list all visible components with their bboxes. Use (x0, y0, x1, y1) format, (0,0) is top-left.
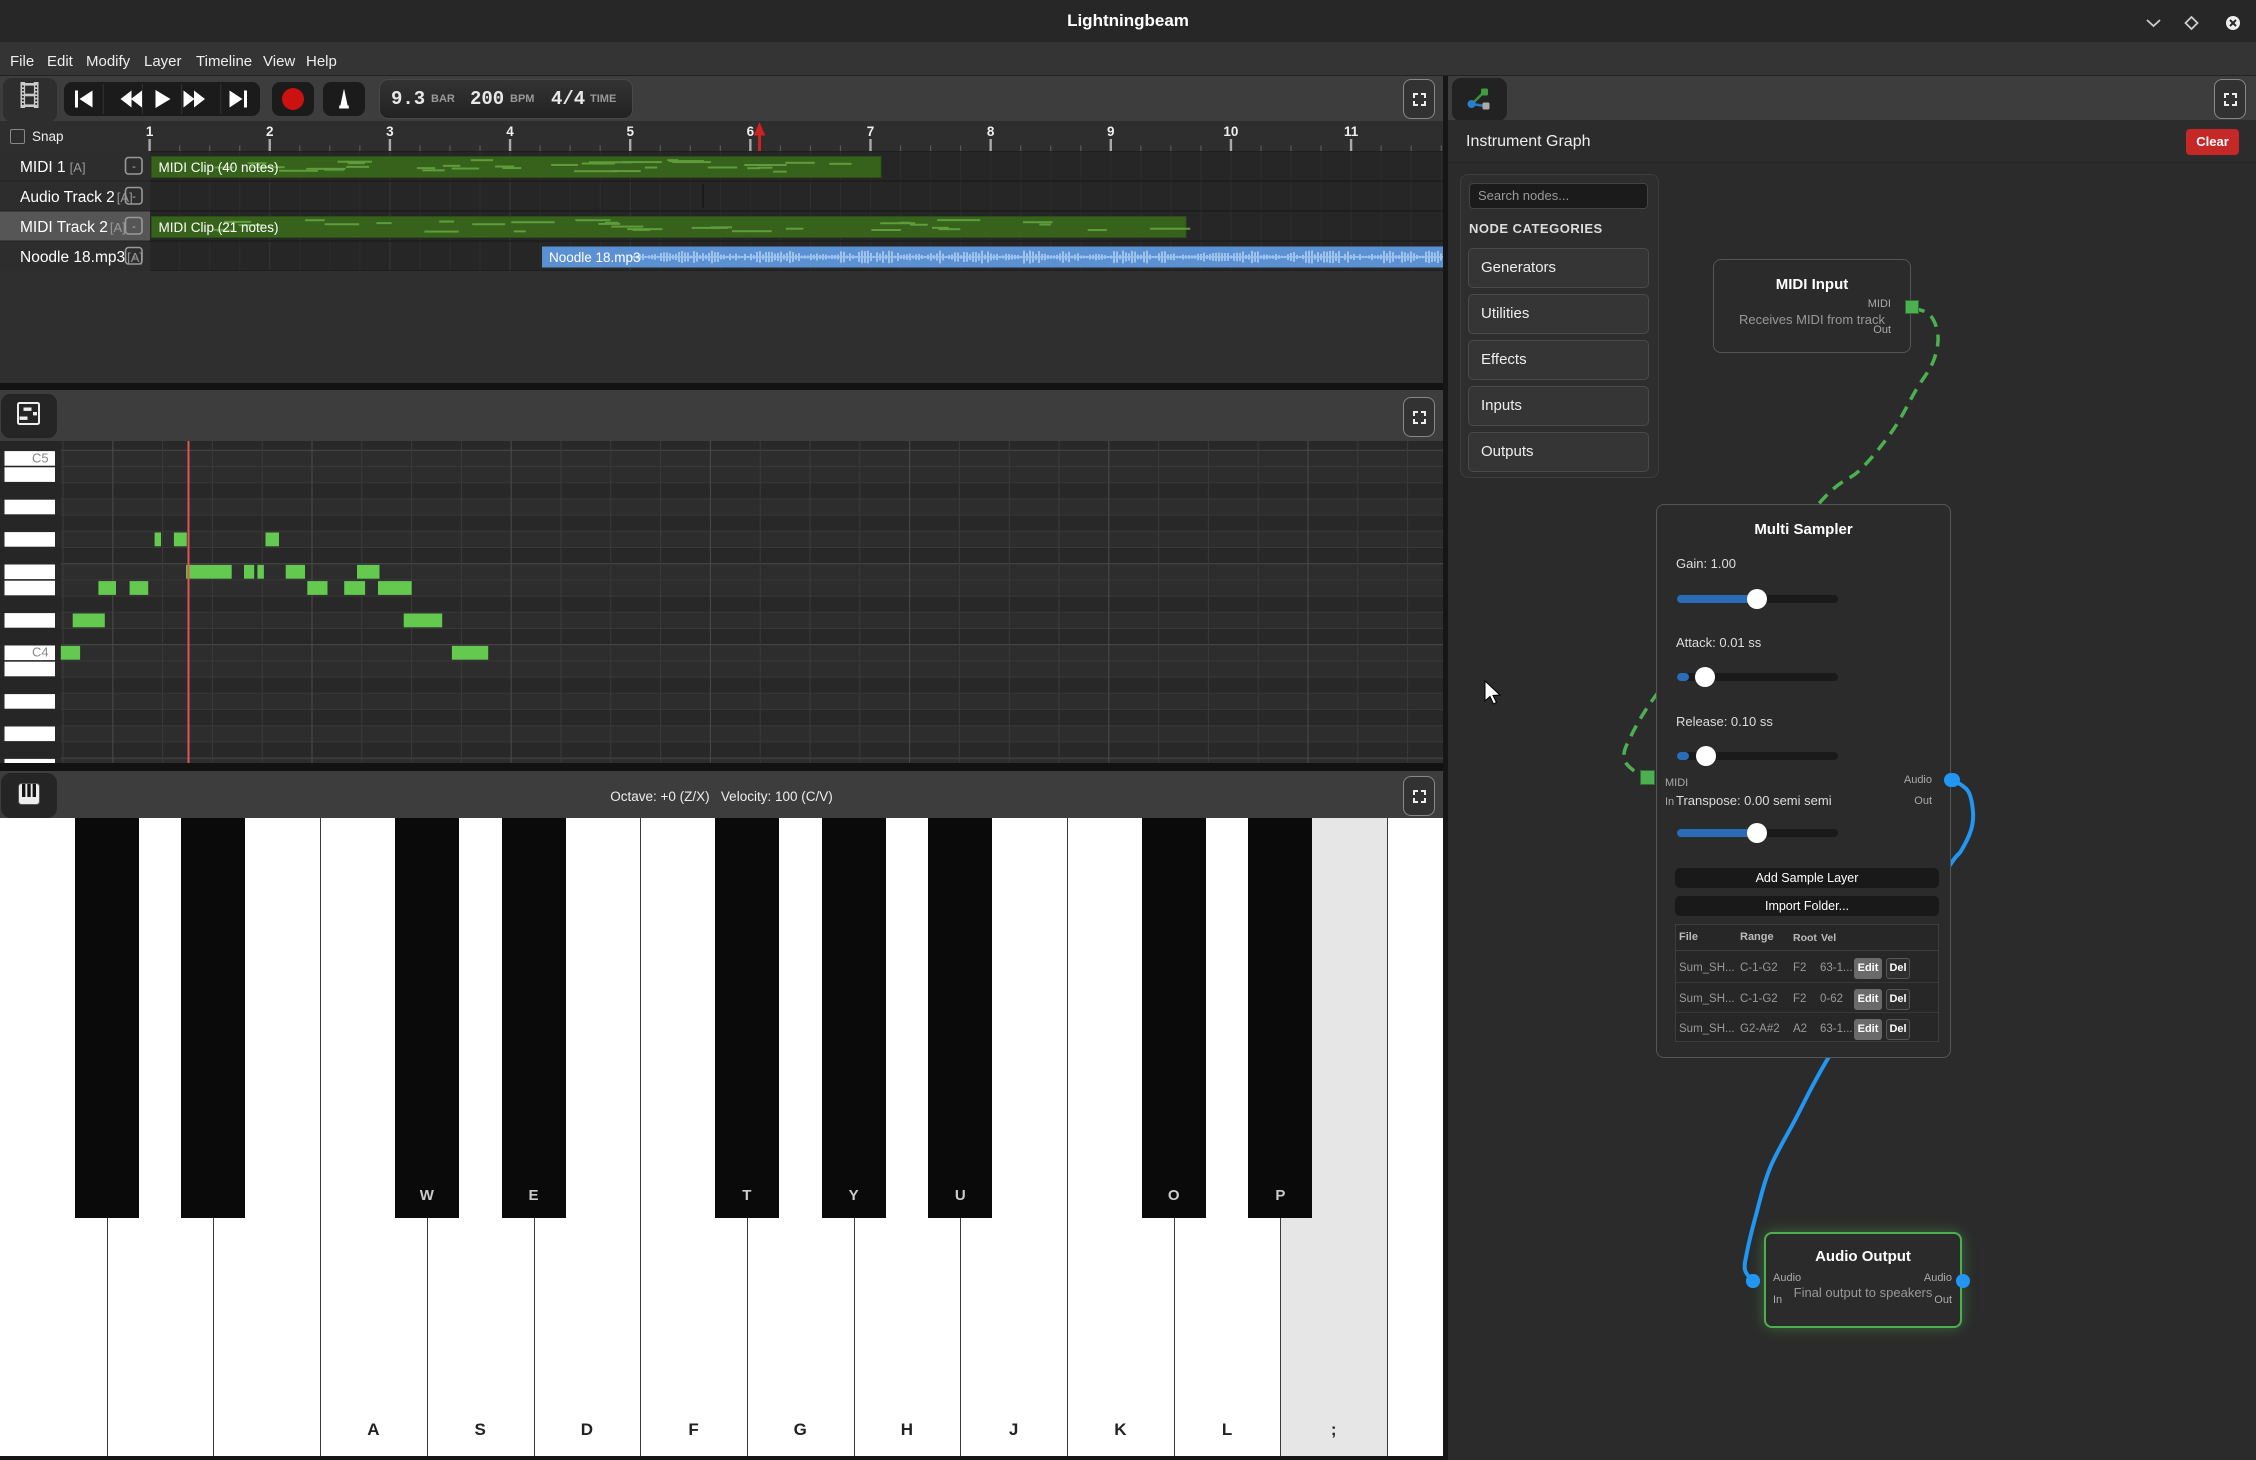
svg-text:2: 2 (266, 124, 274, 139)
svg-text:Noodle 18.mp3[A]: Noodle 18.mp3[A] (20, 249, 143, 266)
svg-text:-: - (132, 191, 136, 203)
svg-text:C4: C4 (32, 645, 49, 660)
svg-text:-: - (132, 161, 136, 173)
svg-text:MIDI 1[A]: MIDI 1[A] (20, 159, 86, 176)
svg-text:Noodle 18.mp3: Noodle 18.mp3 (549, 250, 641, 265)
svg-text:C5: C5 (32, 450, 49, 465)
svg-text:9: 9 (1107, 124, 1115, 139)
svg-text:8: 8 (987, 124, 995, 139)
svg-text:10: 10 (1223, 124, 1238, 139)
svg-text:3: 3 (386, 124, 394, 139)
svg-text:1: 1 (146, 124, 154, 139)
svg-text:7: 7 (867, 124, 875, 139)
svg-text:MIDI Clip (21 notes): MIDI Clip (21 notes) (159, 220, 279, 235)
svg-text:-: - (132, 221, 136, 233)
svg-text:4: 4 (506, 124, 514, 139)
svg-text:6: 6 (747, 124, 755, 139)
svg-text:MIDI Clip (40 notes): MIDI Clip (40 notes) (159, 160, 279, 175)
svg-text:MIDI Track 2[A]: MIDI Track 2[A] (20, 219, 126, 236)
svg-text:5: 5 (626, 124, 634, 139)
svg-text:11: 11 (1344, 124, 1359, 139)
